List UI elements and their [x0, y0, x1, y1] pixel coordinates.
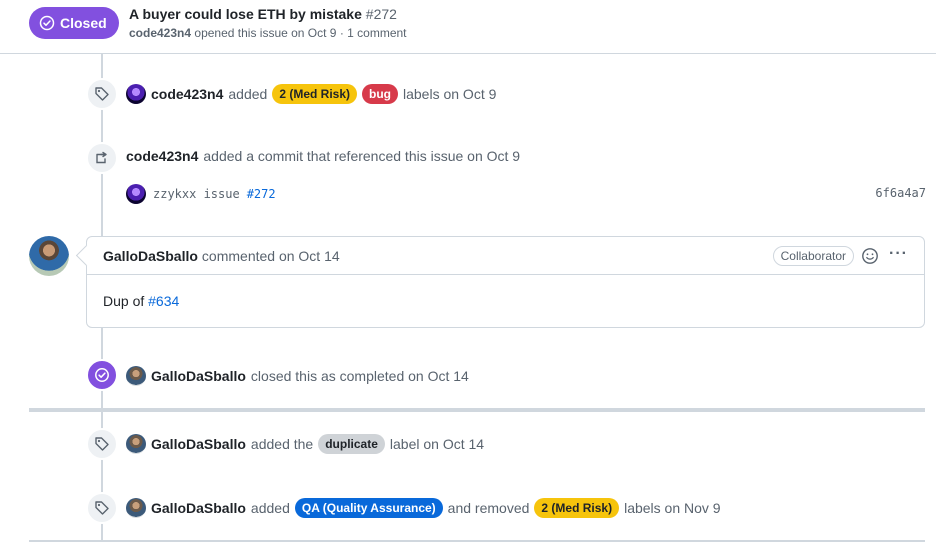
label-bug[interactable]: bug — [362, 84, 398, 104]
event-verb: added the — [250, 436, 314, 452]
event-suffix: label on Oct 14 — [389, 436, 485, 452]
event-actor[interactable]: code423n4 — [151, 86, 223, 102]
comment-body-text: Dup of — [103, 293, 145, 309]
issue-title-text: A buyer could lose ETH by mistake — [129, 6, 362, 22]
comment-header: GalloDaSballo commented on Oct 14 Collab… — [87, 237, 924, 275]
event-actor[interactable]: GalloDaSballo — [151, 436, 246, 452]
timeline-divider — [29, 540, 925, 542]
event-relabel: GalloDaSballo added QA (Quality Assuranc… — [126, 498, 721, 518]
event-closed: GalloDaSballo closed this as completed o… — [126, 366, 469, 386]
tag-icon — [86, 428, 118, 460]
cross-reference-icon — [86, 142, 118, 174]
tag-icon — [86, 78, 118, 110]
kebab-icon[interactable]: ··· — [889, 245, 908, 263]
event-text: closed this as completed on Oct 14 — [250, 368, 469, 384]
event-text: added a commit that referenced this issu… — [203, 148, 521, 164]
label-med-risk[interactable]: 2 (Med Risk) — [534, 498, 620, 518]
event-verb: added — [250, 500, 290, 516]
issue-meta-text: opened this issue on Oct 9 · 1 comment — [194, 26, 407, 40]
comment-issue-link[interactable]: #634 — [148, 293, 179, 309]
commit-row: zzykxx issue #272 6f6a4a7 — [126, 184, 926, 204]
event-verb: added — [228, 86, 268, 102]
collaborator-badge: Collaborator — [772, 246, 854, 266]
smiley-icon[interactable] — [861, 247, 879, 265]
event-suffix: labels on Oct 9 — [403, 86, 497, 102]
issue-state-label: Closed — [60, 15, 107, 31]
issue-title: A buyer could lose ETH by mistake #272 — [129, 6, 397, 22]
issue-header: Closed A buyer could lose ETH by mistake… — [0, 0, 936, 54]
comment-timestamp[interactable]: commented on Oct 14 — [202, 248, 340, 264]
issue-state-badge: Closed — [29, 7, 119, 39]
event-labels-added: code423n4 added 2 (Med Risk) bug labels … — [126, 84, 496, 104]
event-suffix: labels on Nov 9 — [624, 500, 721, 516]
check-circle-icon — [39, 15, 55, 31]
avatar[interactable] — [126, 434, 146, 454]
event-actor[interactable]: code423n4 — [126, 148, 198, 164]
issue-number: #272 — [365, 6, 397, 22]
comment-body: Dup of #634 — [87, 275, 924, 327]
commit-issue-link[interactable]: #272 — [247, 187, 276, 201]
label-med-risk[interactable]: 2 (Med Risk) — [272, 84, 357, 104]
commit-message[interactable]: zzykxx issue — [153, 187, 240, 201]
comment-author[interactable]: GalloDaSballo — [103, 248, 198, 264]
avatar[interactable] — [126, 184, 146, 204]
avatar[interactable] — [29, 236, 69, 276]
label-duplicate[interactable]: duplicate — [318, 434, 385, 454]
commit-sha[interactable]: 6f6a4a7 — [875, 186, 926, 200]
issue-author-link[interactable]: code423n4 — [129, 26, 191, 40]
avatar[interactable] — [126, 84, 146, 104]
avatar[interactable] — [126, 366, 146, 386]
label-qa[interactable]: QA (Quality Assurance) — [294, 498, 443, 518]
event-commit-reference: code423n4 added a commit that referenced… — [126, 148, 520, 164]
timeline-divider — [29, 408, 925, 412]
comment-box: GalloDaSballo commented on Oct 14 Collab… — [86, 236, 925, 328]
check-circle-icon — [86, 359, 118, 391]
event-actor[interactable]: GalloDaSballo — [151, 500, 246, 516]
avatar[interactable] — [126, 498, 146, 518]
tag-icon — [86, 492, 118, 524]
issue-meta: code423n4 opened this issue on Oct 9 · 1… — [129, 26, 407, 40]
event-middle: and removed — [447, 500, 530, 516]
event-duplicate-label: GalloDaSballo added the duplicate label … — [126, 434, 484, 454]
event-actor[interactable]: GalloDaSballo — [151, 368, 246, 384]
